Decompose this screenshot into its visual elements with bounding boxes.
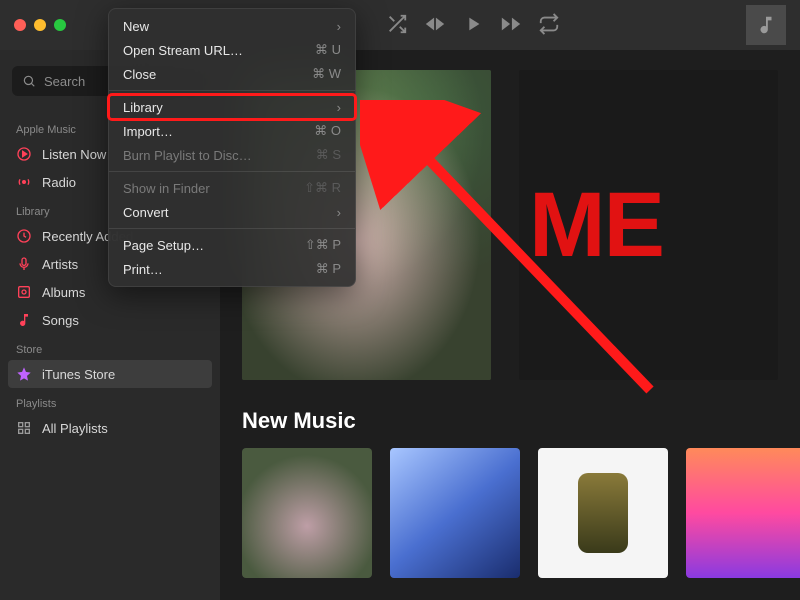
new-music-row <box>242 448 778 578</box>
menu-item-burn-playlist: Burn Playlist to Disc… ⌘ S <box>109 143 355 167</box>
playback-controls <box>386 13 560 38</box>
menu-item-label: New <box>123 19 149 34</box>
sidebar-item-label: Listen Now <box>42 147 106 162</box>
sidebar-item-all-playlists[interactable]: All Playlists <box>0 414 220 442</box>
window-controls <box>14 19 66 31</box>
star-icon <box>16 366 32 382</box>
section-title-new-music: New Music <box>242 408 778 434</box>
play-circle-icon <box>16 146 32 162</box>
menu-shortcut: ⌘ P <box>316 261 341 277</box>
sidebar-item-itunes-store[interactable]: iTunes Store <box>8 360 212 388</box>
mic-icon <box>16 256 32 272</box>
sidebar-item-label: Songs <box>42 313 79 328</box>
sidebar-item-label: All Playlists <box>42 421 108 436</box>
search-icon <box>22 74 36 88</box>
menu-shortcut: ⇧⌘ R <box>304 180 341 196</box>
menu-item-new[interactable]: New › <box>109 14 355 38</box>
clock-icon <box>16 228 32 244</box>
menu-separator <box>109 171 355 172</box>
previous-track-icon[interactable] <box>424 13 446 38</box>
menu-shortcut: ⌘ O <box>314 123 341 139</box>
menu-separator <box>109 228 355 229</box>
menu-item-label: Convert <box>123 205 169 220</box>
sidebar-item-label: Artists <box>42 257 78 272</box>
menu-item-library[interactable]: Library › <box>109 95 355 119</box>
menu-item-label: Library <box>123 100 163 115</box>
radio-icon <box>16 174 32 190</box>
menu-shortcut: ⇧⌘ P <box>305 237 341 253</box>
grid-icon <box>16 420 32 436</box>
album-thumb-1[interactable] <box>242 448 372 578</box>
album-thumb-2[interactable] <box>390 448 520 578</box>
menu-shortcut: ⌘ S <box>316 147 341 163</box>
menu-item-label: Page Setup… <box>123 238 204 253</box>
music-note-icon <box>755 14 777 36</box>
close-window-button[interactable] <box>14 19 26 31</box>
album-icon <box>16 284 32 300</box>
sidebar-item-songs[interactable]: Songs <box>0 306 220 334</box>
menu-item-label: Show in Finder <box>123 181 210 196</box>
next-track-icon[interactable] <box>500 13 522 38</box>
menu-item-close[interactable]: Close ⌘ W <box>109 62 355 86</box>
chevron-right-icon: › <box>337 19 341 34</box>
menu-item-convert[interactable]: Convert › <box>109 200 355 224</box>
file-menu-dropdown: New › Open Stream URL… ⌘ U Close ⌘ W Lib… <box>108 8 356 287</box>
album-thumb-3[interactable] <box>538 448 668 578</box>
menu-shortcut: ⌘ W <box>312 66 341 82</box>
menu-item-open-stream-url[interactable]: Open Stream URL… ⌘ U <box>109 38 355 62</box>
featured-album-2[interactable]: ME <box>519 70 778 380</box>
sidebar-item-label: Radio <box>42 175 76 190</box>
menu-item-label: Print… <box>123 262 163 277</box>
minimize-window-button[interactable] <box>34 19 46 31</box>
menu-separator <box>109 90 355 91</box>
sidebar-item-label: iTunes Store <box>42 367 115 382</box>
sidebar-header-playlists: Playlists <box>0 388 220 414</box>
menu-item-label: Open Stream URL… <box>123 43 243 58</box>
sidebar-header-store: Store <box>0 334 220 360</box>
repeat-icon[interactable] <box>538 13 560 38</box>
shuffle-icon[interactable] <box>386 13 408 38</box>
menu-item-show-in-finder: Show in Finder ⇧⌘ R <box>109 176 355 200</box>
chevron-right-icon: › <box>337 100 341 115</box>
sidebar-item-label: Albums <box>42 285 85 300</box>
fullscreen-window-button[interactable] <box>54 19 66 31</box>
menu-item-label: Close <box>123 67 156 82</box>
menu-item-page-setup[interactable]: Page Setup… ⇧⌘ P <box>109 233 355 257</box>
menu-shortcut: ⌘ U <box>315 42 341 58</box>
menu-item-import[interactable]: Import… ⌘ O <box>109 119 355 143</box>
search-placeholder: Search <box>44 74 85 89</box>
now-playing-thumbnail[interactable] <box>746 5 786 45</box>
chevron-right-icon: › <box>337 205 341 220</box>
play-icon[interactable] <box>462 13 484 38</box>
music-note-icon <box>16 312 32 328</box>
album-thumb-4[interactable] <box>686 448 800 578</box>
featured-album-2-title: ME <box>529 173 663 278</box>
menu-item-print[interactable]: Print… ⌘ P <box>109 257 355 281</box>
menu-item-label: Import… <box>123 124 173 139</box>
menu-item-label: Burn Playlist to Disc… <box>123 148 252 163</box>
